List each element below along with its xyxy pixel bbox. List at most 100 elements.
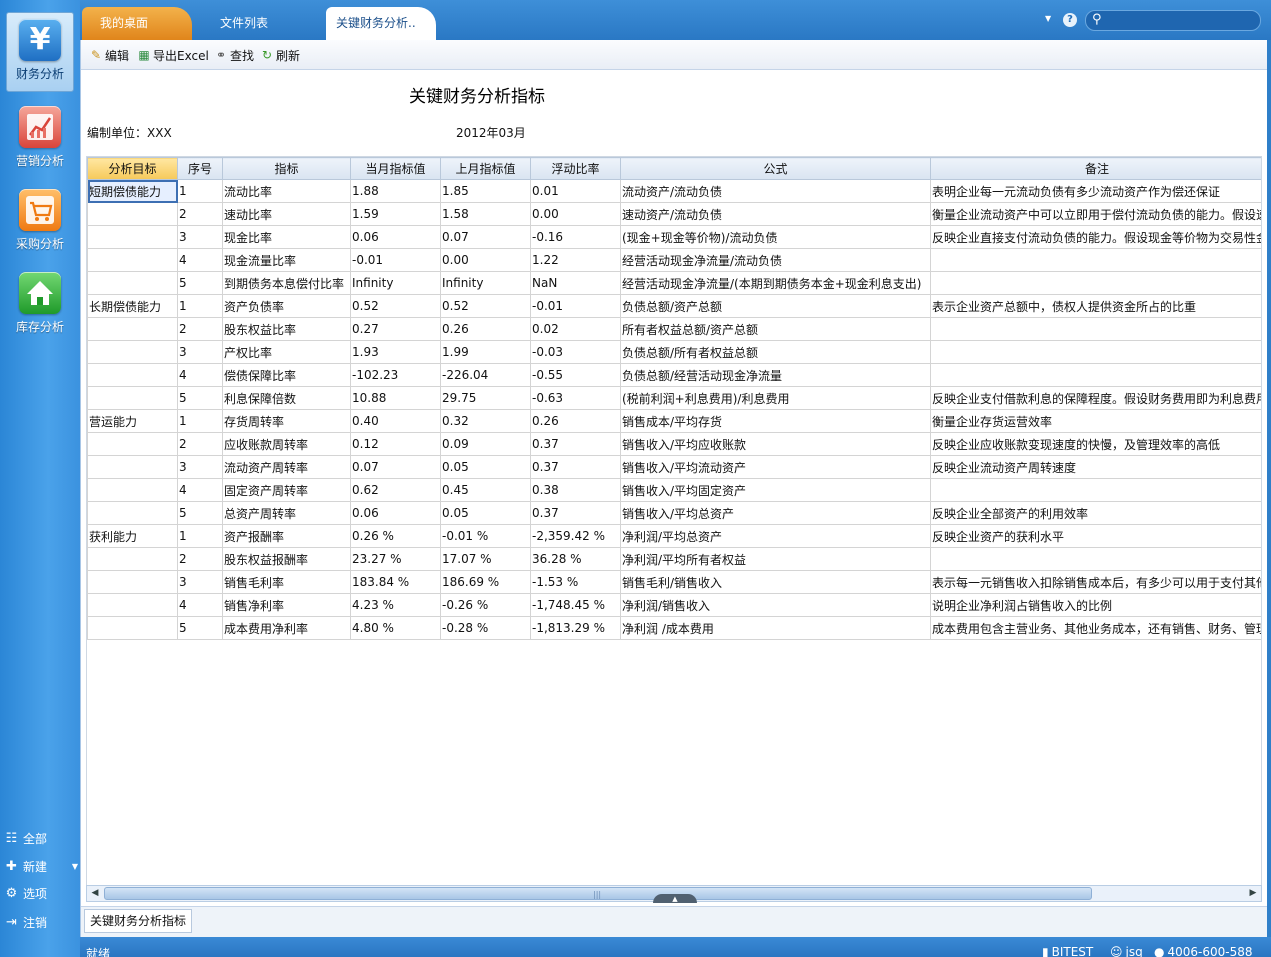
cell-current[interactable]: 0.06 [350,501,441,525]
cell-target[interactable] [87,363,178,387]
table-row[interactable]: 营运能力 1 存货周转率 0.40 0.32 0.26 销售成本/平均存货 衡量企业存货运营效… [87,409,1261,433]
cell-previous[interactable]: 0.09 [440,432,531,456]
cell-formula[interactable]: 销售毛利/销售收入 [620,570,931,594]
cell-target[interactable] [87,478,178,502]
cell-indicator[interactable]: 应收账款周转率 [222,432,351,456]
sidebar-link-options[interactable]: ⚙ 选项 [4,882,47,904]
cell-remark[interactable]: 衡量企业存货运营效率 [930,409,1261,433]
cell-change[interactable]: 0.02 [530,317,621,341]
cell-change[interactable]: 1.22 [530,248,621,272]
column-header[interactable]: 上月指标值 [440,157,531,180]
cell-target[interactable] [87,271,178,295]
column-header[interactable]: 浮动比率 [530,157,621,180]
nav-sales-analysis[interactable]: 营销分析 [6,100,74,180]
cell-indicator[interactable]: 利息保障倍数 [222,386,351,410]
table-row[interactable]: 2 应收账款周转率 0.12 0.09 0.37 销售收入/平均应收账款 反映企业应收账款变… [87,432,1261,456]
cell-change[interactable]: 0.37 [530,501,621,525]
cell-change[interactable]: -0.03 [530,340,621,364]
column-header[interactable]: 公式 [620,157,931,180]
cell-indicator[interactable]: 资产负债率 [222,294,351,318]
cell-current[interactable]: 1.59 [350,202,441,226]
cell-index[interactable]: 2 [177,432,223,456]
cell-formula[interactable]: 销售收入/平均总资产 [620,501,931,525]
cell-remark[interactable]: 表示每一元销售收入扣除销售成本后，有多少可以用于支付其他 [930,570,1261,594]
cell-indicator[interactable]: 速动比率 [222,202,351,226]
cell-previous[interactable]: -0.28 % [440,616,531,640]
cell-change[interactable]: -0.16 [530,225,621,249]
cell-target[interactable] [87,202,178,226]
cell-current[interactable]: 1.88 [350,179,441,203]
cell-target[interactable] [87,317,178,341]
cell-current[interactable]: Infinity [350,271,441,295]
table-row[interactable]: 2 股东权益报酬率 23.27 % 17.07 % 36.28 % 净利润/平均所有者权益 [87,547,1261,571]
cell-target[interactable] [87,248,178,272]
cell-previous[interactable]: Infinity [440,271,531,295]
table-row[interactable]: 5 利息保障倍数 10.88 29.75 -0.63 (税前利润+利息费用)/利息费用 反映… [87,386,1261,410]
cell-indicator[interactable]: 资产报酬率 [222,524,351,548]
cell-target[interactable]: 长期偿债能力 [87,294,178,318]
cell-previous[interactable]: -0.26 % [440,593,531,617]
cell-current[interactable]: 10.88 [350,386,441,410]
cell-index[interactable]: 2 [177,202,223,226]
cell-change[interactable]: 0.37 [530,432,621,456]
cell-formula[interactable]: 负债总额/所有者权益总额 [620,340,931,364]
cell-indicator[interactable]: 固定资产周转率 [222,478,351,502]
cell-target[interactable] [87,432,178,456]
cell-target[interactable]: 营运能力 [87,409,178,433]
cell-remark[interactable] [930,271,1261,295]
sidebar-link-logout[interactable]: ⇥ 注销 [4,911,47,933]
cell-index[interactable]: 4 [177,363,223,387]
cell-current[interactable]: 0.12 [350,432,441,456]
cell-remark[interactable]: 成本费用包含主营业务、其他业务成本，还有销售、财务、管理 [930,616,1261,640]
cell-previous[interactable]: 0.00 [440,248,531,272]
column-header[interactable]: 当月指标值 [350,157,441,180]
cell-current[interactable]: 0.26 % [350,524,441,548]
cell-current[interactable]: 0.62 [350,478,441,502]
column-header[interactable]: 序号 [177,157,223,180]
cell-current[interactable]: 23.27 % [350,547,441,571]
cell-formula[interactable]: 负债总额/经营活动现金净流量 [620,363,931,387]
cell-index[interactable]: 5 [177,501,223,525]
cell-target[interactable] [87,593,178,617]
table-row[interactable]: 4 销售净利率 4.23 % -0.26 % -1,748.45 % 净利润/销售收入 说明… [87,593,1261,617]
cell-indicator[interactable]: 股东权益报酬率 [222,547,351,571]
cell-previous[interactable]: 0.05 [440,455,531,479]
cell-change[interactable]: -1,813.29 % [530,616,621,640]
cell-remark[interactable]: 说明企业净利润占销售收入的比例 [930,593,1261,617]
cell-change[interactable]: -0.55 [530,363,621,387]
cell-current[interactable]: 0.40 [350,409,441,433]
cell-indicator[interactable]: 到期债务本息偿付比率 [222,271,351,295]
table-row[interactable]: 5 总资产周转率 0.06 0.05 0.37 销售收入/平均总资产 反映企业全部资产的利用… [87,501,1261,525]
cell-formula[interactable]: 净利润/平均总资产 [620,524,931,548]
scroll-right-icon[interactable]: ▶ [1247,888,1259,899]
scrollbar-thumb[interactable]: ||| [104,887,1092,900]
cell-formula[interactable]: 净利润 /成本费用 [620,616,931,640]
cell-remark[interactable] [930,547,1261,571]
cell-indicator[interactable]: 流动比率 [222,179,351,203]
cell-indicator[interactable]: 成本费用净利率 [222,616,351,640]
cell-remark[interactable] [930,478,1261,502]
cell-change[interactable]: -1.53 % [530,570,621,594]
table-row[interactable]: 4 现金流量比率 -0.01 0.00 1.22 经营活动现金净流量/流动负债 [87,248,1261,272]
cell-index[interactable]: 4 [177,593,223,617]
cell-indicator[interactable]: 销售净利率 [222,593,351,617]
cell-target[interactable] [87,570,178,594]
sidebar-link-all[interactable]: ☷ 全部 [4,827,47,849]
cell-change[interactable]: -0.63 [530,386,621,410]
cell-indicator[interactable]: 销售毛利率 [222,570,351,594]
cell-formula[interactable]: (税前利润+利息费用)/利息费用 [620,386,931,410]
chevron-down-icon[interactable]: ▼ [1045,14,1051,23]
cell-indicator[interactable]: 总资产周转率 [222,501,351,525]
edit-button[interactable]: ✎ 编辑 [89,47,129,63]
cell-indicator[interactable]: 偿债保障比率 [222,363,351,387]
cell-formula[interactable]: 速动资产/流动负债 [620,202,931,226]
refresh-button[interactable]: ↻ 刷新 [260,47,300,63]
cell-previous[interactable]: 0.45 [440,478,531,502]
tab-my-desktop[interactable]: 我的桌面 [82,7,192,40]
cell-remark[interactable]: 表明企业每一元流动负债有多少流动资产作为偿还保证 [930,179,1261,203]
table-row[interactable]: 2 股东权益比率 0.27 0.26 0.02 所有者权益总额/资产总额 [87,317,1261,341]
cell-previous[interactable]: 29.75 [440,386,531,410]
cell-change[interactable]: 36.28 % [530,547,621,571]
table-row[interactable]: 5 到期债务本息偿付比率 Infinity Infinity NaN 经营活动现金净流量/… [87,271,1261,295]
column-header[interactable]: 分析目标 [87,157,178,180]
